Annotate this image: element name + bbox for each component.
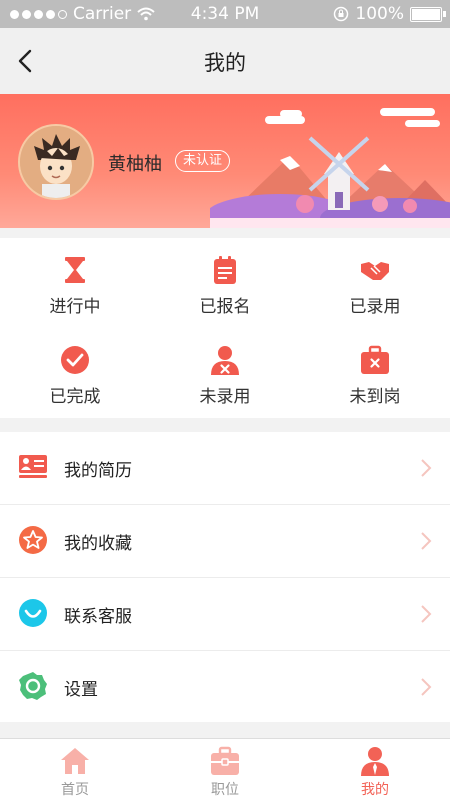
menu-item-label: 我的简历 bbox=[64, 461, 132, 481]
star-icon bbox=[19, 526, 47, 554]
grid-item-in-progress[interactable]: 进行中 bbox=[0, 238, 150, 328]
tab-home[interactable]: 首页 bbox=[0, 739, 150, 801]
chevron-right-icon bbox=[421, 459, 432, 477]
windmill-illustration bbox=[210, 108, 450, 228]
menu-item-customer-service[interactable]: 联系客服 bbox=[0, 578, 450, 651]
home-icon bbox=[61, 748, 89, 774]
rotation-lock-icon bbox=[334, 6, 349, 22]
tab-bar: 首页 职位 我的 bbox=[0, 738, 450, 801]
menu-item-resume[interactable]: 我的简历 bbox=[0, 432, 450, 505]
menu-item-favorites[interactable]: 我的收藏 bbox=[0, 505, 450, 578]
tab-mine[interactable]: 我的 bbox=[300, 739, 450, 801]
person-x-icon bbox=[211, 346, 239, 375]
battery-percent: 100% bbox=[355, 4, 404, 24]
grid-item-not-hired[interactable]: 未录用 bbox=[150, 328, 300, 418]
briefcase-icon bbox=[211, 746, 239, 775]
briefcase-x-icon bbox=[361, 345, 389, 374]
profile-icon bbox=[361, 747, 389, 776]
menu-list: 我的简历 我的收藏 联系客服 设置 bbox=[0, 432, 450, 722]
handshake-icon bbox=[361, 262, 389, 280]
grid-item-label: 未录用 bbox=[199, 387, 251, 407]
chevron-right-icon bbox=[421, 605, 432, 623]
grid-item-completed[interactable]: 已完成 bbox=[0, 328, 150, 418]
chevron-right-icon bbox=[421, 532, 432, 550]
tab-jobs[interactable]: 职位 bbox=[150, 739, 300, 801]
tab-label: 我的 bbox=[361, 782, 389, 798]
grid-item-hired[interactable]: 已录用 bbox=[300, 238, 450, 328]
nav-bar: 我的 bbox=[0, 28, 450, 94]
resume-icon bbox=[19, 455, 47, 478]
check-circle-icon bbox=[61, 346, 89, 374]
profile-banner: 黄柚柚 未认证 bbox=[0, 94, 450, 228]
hourglass-icon bbox=[65, 257, 85, 283]
grid-item-label: 已录用 bbox=[349, 297, 401, 317]
menu-item-settings[interactable]: 设置 bbox=[0, 651, 450, 723]
tab-label: 首页 bbox=[61, 782, 89, 798]
grid-item-label: 已报名 bbox=[199, 297, 251, 317]
menu-item-label: 设置 bbox=[64, 680, 98, 700]
avatar[interactable] bbox=[18, 124, 94, 200]
grid-item-registered[interactable]: 已报名 bbox=[150, 238, 300, 328]
headset-icon bbox=[19, 599, 47, 627]
avatar-image bbox=[20, 126, 92, 198]
clipboard-icon bbox=[214, 256, 236, 284]
menu-item-label: 我的收藏 bbox=[64, 534, 132, 554]
gear-icon bbox=[19, 672, 47, 700]
status-grid: 进行中 已报名 已录用 已完成 未录用 未到岗 bbox=[0, 238, 450, 418]
page-title: 我的 bbox=[204, 51, 246, 75]
grid-item-label: 已完成 bbox=[49, 387, 101, 407]
battery-icon bbox=[410, 6, 446, 22]
tab-label: 职位 bbox=[211, 782, 239, 798]
menu-item-label: 联系客服 bbox=[64, 607, 132, 627]
user-name: 黄柚柚 bbox=[108, 154, 162, 175]
chevron-right-icon bbox=[421, 678, 432, 696]
grid-item-label: 未到岗 bbox=[349, 387, 401, 407]
grid-item-label: 进行中 bbox=[49, 297, 101, 317]
grid-item-no-show[interactable]: 未到岗 bbox=[300, 328, 450, 418]
status-bar: Carrier 4:34 PM 100% bbox=[0, 0, 450, 28]
